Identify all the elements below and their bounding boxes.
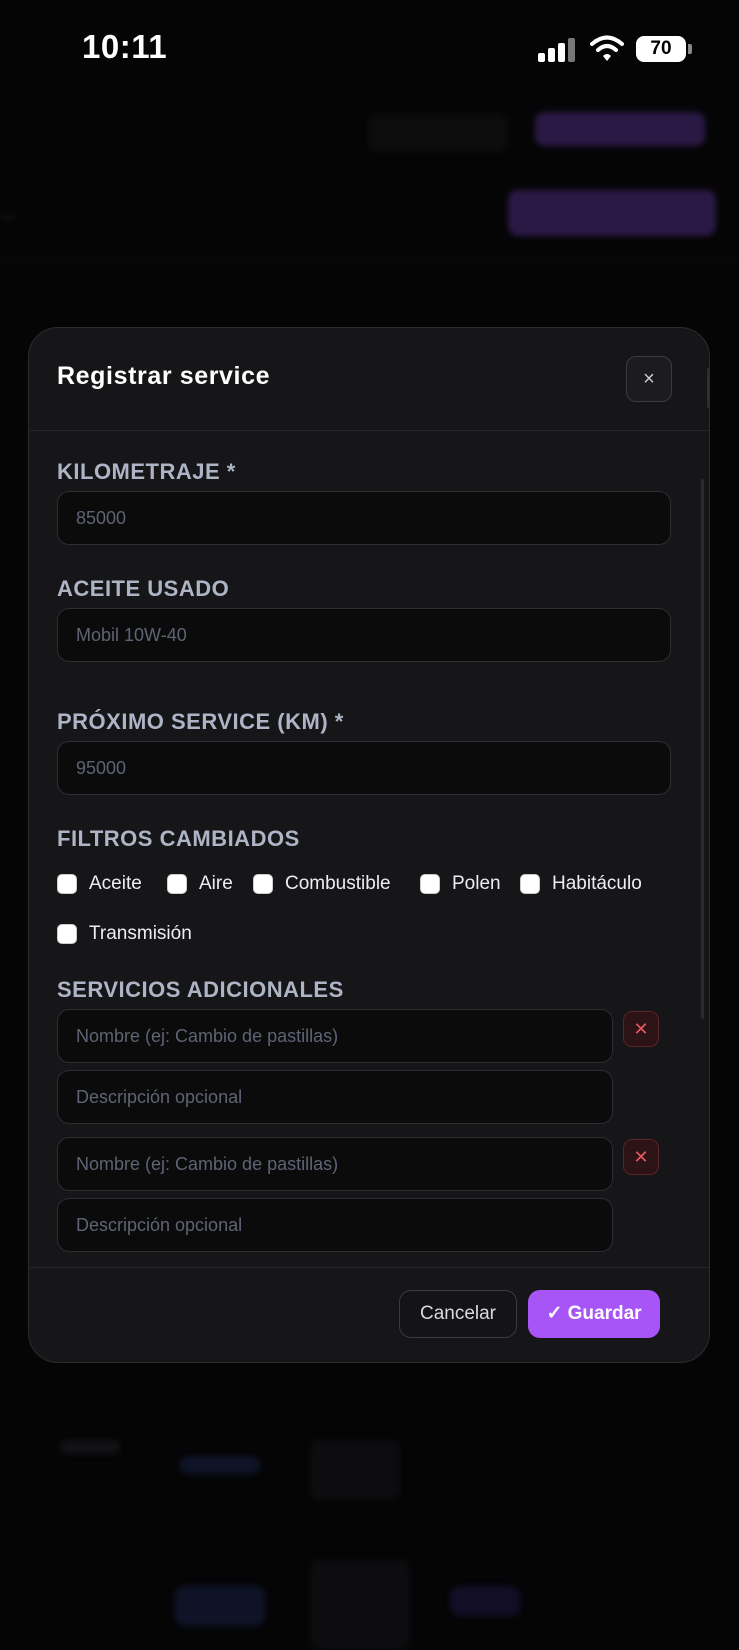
modal-edge-handle — [707, 368, 709, 408]
filter-checkbox-transmision[interactable]: Transmisión — [57, 919, 192, 949]
status-time: 10:11 — [82, 28, 168, 65]
checkbox[interactable] — [57, 924, 77, 944]
scrollbar[interactable] — [701, 479, 704, 1019]
cellular-signal-icon — [538, 36, 578, 62]
servicios-label: SERVICIOS ADICIONALES — [57, 977, 344, 1002]
close-icon: ✕ — [633, 1147, 649, 1167]
aceite-label: ACEITE USADO — [57, 576, 230, 601]
cancel-button[interactable]: Cancelar — [399, 1290, 517, 1338]
checkbox[interactable] — [57, 874, 77, 894]
close-icon: × — [643, 368, 655, 390]
close-icon: ✕ — [633, 1019, 649, 1039]
status-bar: 10:11 70 — [0, 0, 739, 100]
filter-checkbox-aire[interactable]: Aire — [167, 869, 233, 899]
battery-icon: 70 — [636, 36, 686, 62]
register-service-modal: Registrar service × KILOMETRAJE * 85000 … — [28, 327, 710, 1363]
save-button[interactable]: ✓ Guardar — [528, 1290, 660, 1338]
filter-checkbox-polen[interactable]: Polen — [420, 869, 501, 899]
modal-footer: Cancelar ✓ Guardar — [29, 1267, 709, 1362]
aceite-input[interactable]: Mobil 10W-40 — [57, 608, 671, 662]
wifi-icon — [590, 35, 624, 61]
filter-checkbox-aceite[interactable]: Aceite — [57, 869, 142, 899]
filtros-label: FILTROS CAMBIADOS — [57, 826, 300, 851]
modal-body: KILOMETRAJE * 85000 ACEITE USADO Mobil 1… — [29, 431, 709, 1267]
kilometraje-input[interactable]: 85000 — [57, 491, 671, 545]
filter-checkbox-habitaculo[interactable]: Habitáculo — [520, 869, 642, 899]
proximo-service-input[interactable]: 95000 — [57, 741, 671, 795]
close-button[interactable]: × — [626, 356, 672, 402]
checkbox[interactable] — [420, 874, 440, 894]
service-description-input[interactable]: Descripción opcional — [57, 1198, 613, 1252]
checkbox[interactable] — [520, 874, 540, 894]
service-name-input[interactable]: Nombre (ej: Cambio de pastillas) — [57, 1009, 613, 1063]
checkbox[interactable] — [253, 874, 273, 894]
modal-header: Registrar service × — [29, 328, 709, 431]
proximo-service-label: PRÓXIMO SERVICE (KM) * — [57, 709, 344, 734]
remove-service-button[interactable]: ✕ — [623, 1011, 659, 1047]
kilometraje-label: KILOMETRAJE * — [57, 459, 236, 484]
checkbox[interactable] — [167, 874, 187, 894]
service-description-input[interactable]: Descripción opcional — [57, 1070, 613, 1124]
filter-checkbox-combustible[interactable]: Combustible — [253, 869, 391, 899]
modal-title: Registrar service — [57, 362, 271, 390]
battery-tip — [688, 44, 692, 54]
service-name-input[interactable]: Nombre (ej: Cambio de pastillas) — [57, 1137, 613, 1191]
remove-service-button[interactable]: ✕ — [623, 1139, 659, 1175]
